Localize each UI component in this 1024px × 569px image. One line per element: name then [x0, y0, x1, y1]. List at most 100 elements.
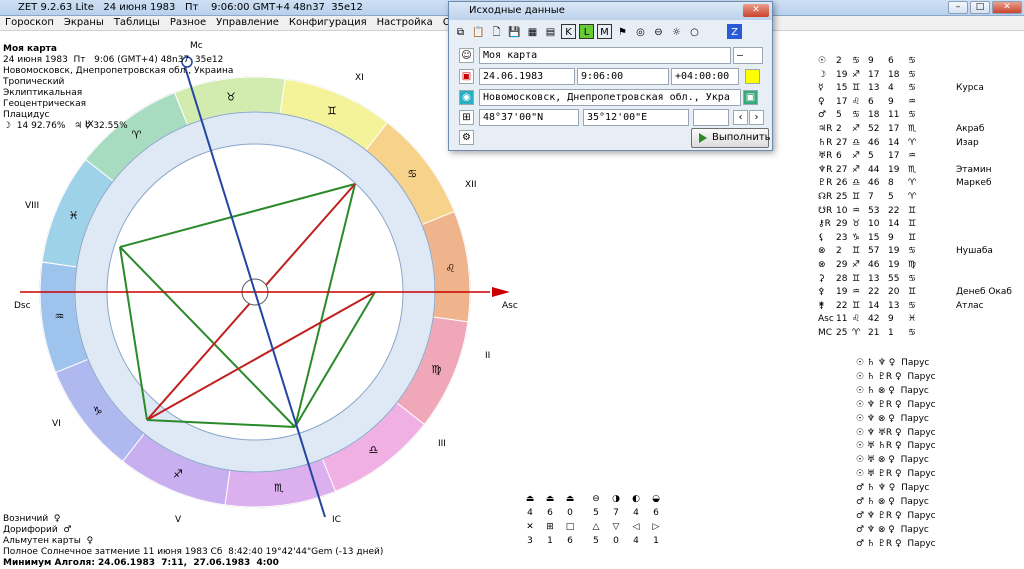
planet-minutes: 13: [868, 83, 880, 94]
planet-glyph: MC: [818, 328, 833, 338]
planet-glyph: ☿: [818, 83, 824, 94]
maximize-button[interactable]: □: [970, 1, 990, 14]
planet-degree: 22: [836, 300, 848, 311]
m-icon[interactable]: M: [597, 23, 612, 39]
menu-horoscope[interactable]: Гороскоп: [0, 16, 59, 30]
aspect-row: ☉ ♅ ♄R ♀ Парус: [856, 441, 936, 452]
planet-ruler: ♒: [908, 96, 917, 107]
dialog-close-button[interactable]: ✕: [743, 4, 769, 17]
house-label-ii: II: [485, 351, 490, 361]
planet-seconds: 17: [888, 124, 900, 134]
fixed-star: Денеб Окаб: [956, 287, 1012, 298]
menu-misc[interactable]: Разное: [165, 16, 211, 30]
planet-sign: ♊: [852, 273, 861, 284]
fixed-star: Атлас: [956, 300, 984, 311]
moon-icon[interactable]: ○: [687, 24, 702, 39]
planet-glyph: ♃R: [818, 124, 833, 134]
planet-degree: 15: [836, 83, 848, 94]
menu-control[interactable]: Управление: [211, 16, 284, 30]
grid-value: 5: [593, 508, 599, 518]
chart-datetime: 24 июня 1983 Пт 9:06 (GMT+4) 48n37 35e12: [3, 55, 224, 65]
aspect-row: ☉ ♆ ⊗ ♀ Парус: [856, 413, 929, 424]
moon-phase: ☽ 14 92.76% ♃ ☿ 32.55%: [3, 121, 128, 131]
planet-degree: 28: [836, 273, 848, 284]
input-data-dialog: Исходные данные ✕ ⧉ 📋 🗋 💾 ▦ ▤ K L M ⚑ ◎ ⊖ ☼ ○ Z ☺ Моя к…: [448, 1, 773, 151]
planet-ruler: ♋: [908, 110, 917, 121]
planet-degree: 11: [836, 314, 848, 325]
timezone-field[interactable]: +04:00:00: [671, 68, 739, 85]
aspect-row: ♂ ♆ ⊗ ♀ Парус: [856, 524, 929, 535]
longitude-field[interactable]: 35°12'00"E: [583, 109, 689, 126]
menu-settings[interactable]: Настройка: [372, 16, 438, 30]
aspect-row: ♂ ♄ ♇R ♀ Парус: [856, 538, 936, 549]
chevron-left-icon[interactable]: ‹: [733, 110, 748, 125]
planet-minutes: 44: [868, 164, 880, 175]
sign-select[interactable]: –: [733, 47, 763, 64]
l-icon[interactable]: L: [579, 23, 594, 39]
planet-sign: ♌: [852, 96, 861, 107]
planet-sign: ♈: [852, 328, 861, 338]
planet-seconds: 6: [888, 56, 894, 66]
sun-icon[interactable]: ☼: [669, 24, 684, 39]
paste-icon[interactable]: 📋: [471, 24, 486, 39]
planet-glyph: ⚷R: [818, 219, 831, 230]
planet-minutes: 22: [868, 287, 880, 298]
close-button[interactable]: ✕: [992, 1, 1022, 14]
planet-ruler: ♋: [908, 328, 917, 338]
fixed-star: Нушаба: [956, 246, 993, 257]
menu-tables[interactable]: Таблицы: [109, 16, 165, 30]
planet-ruler: ♏: [908, 124, 917, 134]
planet-sign: ♐: [852, 124, 861, 134]
planet-degree: 27: [836, 137, 848, 148]
planet-seconds: 14: [888, 219, 900, 230]
planet-minutes: 46: [868, 178, 880, 189]
grid-glyph: ◑: [612, 494, 620, 504]
name-field[interactable]: Моя карта: [479, 47, 731, 64]
planet-seconds: 19: [888, 164, 900, 175]
save-icon[interactable]: 💾: [507, 24, 522, 39]
map-icon[interactable]: ▣: [743, 90, 758, 105]
sign-glyph: ♓: [69, 209, 79, 222]
planet-ruler: ♋: [908, 83, 917, 94]
table-icon[interactable]: ▦: [525, 24, 540, 39]
minimize-button[interactable]: –: [948, 1, 968, 14]
date-field[interactable]: 24.06.1983: [479, 68, 575, 85]
grid-glyph: ⊞: [546, 522, 554, 532]
planet-minutes: 46: [868, 137, 880, 148]
house-label-xii: XII: [465, 180, 476, 190]
summary-panel: Возничий ♀ Дорифорий ♂ Альмутен карты ♀ …: [3, 503, 383, 569]
orb-icon[interactable]: ◎: [633, 24, 648, 39]
new-icon[interactable]: 🗋: [489, 24, 504, 39]
planet-sign: ♌: [852, 314, 861, 325]
chart-info: Моя карта 24 июня 1983 Пт 9:06 (GMT+4) 4…: [3, 33, 233, 132]
sign-glyph: ♎: [369, 443, 379, 456]
menu-config[interactable]: Конфигурация: [284, 16, 372, 30]
extra-field[interactable]: [693, 109, 729, 126]
grid-glyph: ▽: [612, 522, 620, 532]
chevron-right-icon[interactable]: ›: [749, 110, 764, 125]
planet-seconds: 14: [888, 137, 900, 148]
planet-degree: 2: [836, 246, 842, 257]
grid-glyph: ✕: [526, 522, 534, 532]
menu-screens[interactable]: Экраны: [59, 16, 109, 30]
aspect-row: ☉ ♆ ♇R ♀ Парус: [856, 399, 936, 410]
planet-minutes: 53: [868, 205, 880, 216]
cycle-icon[interactable]: ⊖: [651, 24, 666, 39]
z-icon[interactable]: Z: [727, 23, 742, 39]
k-icon[interactable]: K: [561, 23, 576, 39]
flag-icon[interactable]: ⚑: [615, 24, 630, 39]
aspect-row: ☉ ♄ ♆ ♀ Парус: [856, 358, 930, 368]
fixed-star: Этамин: [956, 164, 992, 175]
grid-value: 0: [567, 508, 573, 518]
time-field[interactable]: 9:06:00: [577, 68, 669, 85]
settings-icon[interactable]: ⚙: [459, 130, 474, 145]
place-field[interactable]: Новомосковск, Днепропетровская обл., Укр…: [479, 89, 741, 106]
doryphory-line: Дорифорий ♂: [3, 525, 72, 535]
planet-seconds: 19: [888, 260, 900, 270]
calendar-icon[interactable]: ▤: [543, 24, 558, 39]
copy-icon[interactable]: ⧉: [453, 24, 468, 39]
latitude-field[interactable]: 48°37'00"N: [479, 109, 579, 126]
fixed-star: Курса: [956, 83, 984, 94]
color-swatch[interactable]: [745, 69, 760, 84]
run-button[interactable]: Выполнить: [691, 128, 771, 148]
